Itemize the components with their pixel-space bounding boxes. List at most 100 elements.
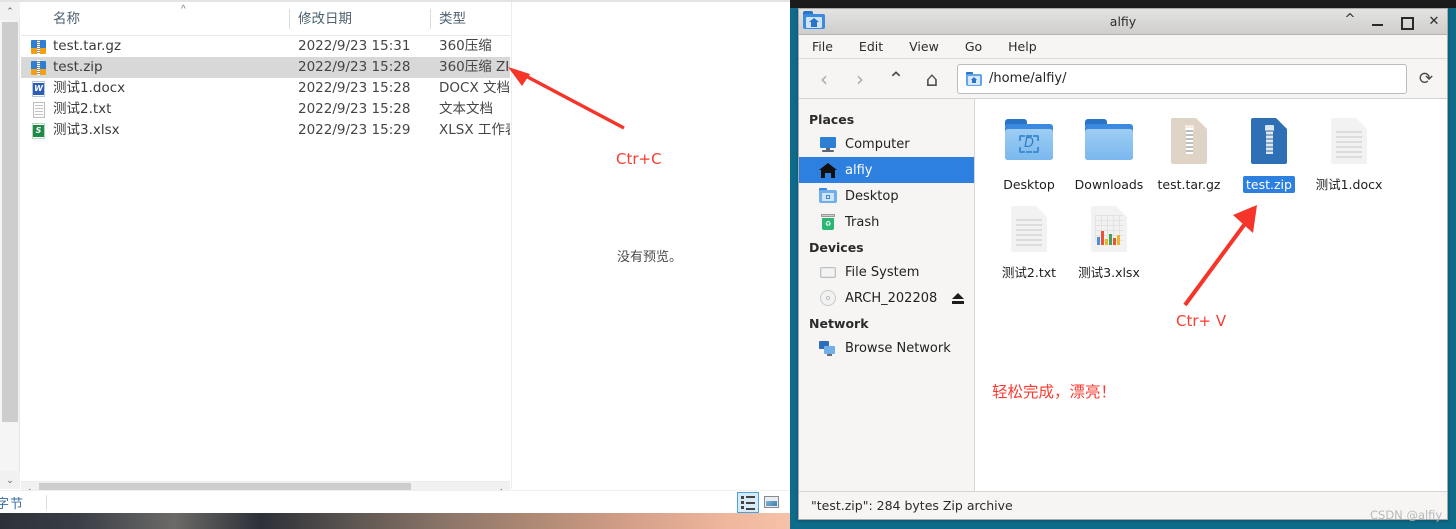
- paste-shortcut-label: Ctr+ V: [1176, 312, 1227, 330]
- list-item[interactable]: 测试2.txt: [989, 199, 1069, 287]
- folder-icon: [1083, 115, 1135, 171]
- shade-icon[interactable]: [1343, 13, 1357, 29]
- scroll-down-arrow[interactable]: ⌄: [0, 471, 20, 489]
- eject-icon-bar: [952, 301, 964, 304]
- places-sidebar: Places Computer alfiy Desktop ♻ Trash De…: [799, 99, 975, 491]
- row-type: 360压缩: [439, 38, 492, 54]
- path-folder-icon: [966, 71, 982, 86]
- row-type: 文本文档: [439, 101, 493, 117]
- table-row[interactable]: test.tar.gz 2022/9/23 15:31 360压缩: [21, 36, 510, 57]
- file-label: Desktop: [1003, 177, 1055, 192]
- row-date: 2022/9/23 15:28: [298, 101, 411, 117]
- sidebar-item-trash[interactable]: ♻ Trash: [799, 209, 974, 235]
- menu-edit[interactable]: Edit: [856, 38, 886, 55]
- column-header-date[interactable]: 修改日期: [298, 2, 352, 36]
- computer-icon: [819, 135, 837, 153]
- sidebar-item-computer[interactable]: Computer: [799, 131, 974, 157]
- path-text: /home/alfiy/: [989, 71, 1067, 86]
- screen: ⌃ ⌄ 名称 ^ 修改日期 类型 test.tar.gz 2022/9/23 1…: [0, 0, 1456, 529]
- archive-zip-icon: [1243, 115, 1295, 171]
- explorer-vertical-scrollbar[interactable]: ⌃ ⌄: [0, 2, 20, 489]
- path-entry[interactable]: /home/alfiy/: [957, 63, 1407, 94]
- details-view-button[interactable]: [737, 492, 759, 513]
- copy-shortcut-label: Ctr+C: [616, 150, 662, 168]
- menu-go[interactable]: Go: [962, 38, 985, 55]
- header-divider: [430, 9, 431, 29]
- vertical-scroll-thumb[interactable]: [2, 22, 18, 422]
- scroll-up-arrow[interactable]: ⌃: [0, 2, 20, 20]
- windows-explorer-pane: ⌃ ⌄ 名称 ^ 修改日期 类型 test.tar.gz 2022/9/23 1…: [0, 0, 790, 513]
- row-name: 测试2.txt: [53, 101, 112, 117]
- desktop-folder-icon: D: [1003, 115, 1055, 171]
- row-name: test.zip: [53, 59, 103, 75]
- file-label: Downloads: [1074, 177, 1144, 192]
- xlsx-icon: S: [31, 123, 47, 139]
- sidebar-heading-places: Places: [809, 112, 855, 127]
- status-text: "test.zip": 284 bytes Zip archive: [811, 498, 1013, 513]
- explorer-rows: test.tar.gz 2022/9/23 15:31 360压缩 test.z…: [21, 36, 510, 141]
- row-date: 2022/9/23 15:31: [298, 38, 411, 54]
- column-header-type[interactable]: 类型: [439, 2, 466, 36]
- menu-bar: File Edit View Go Help: [799, 35, 1447, 59]
- column-header-name[interactable]: 名称: [53, 2, 80, 36]
- table-row[interactable]: 测试2.txt 2022/9/23 15:28 文本文档: [21, 99, 510, 120]
- table-row[interactable]: W 测试1.docx 2022/9/23 15:28 DOCX 文档: [21, 78, 510, 99]
- list-item[interactable]: test.tar.gz: [1149, 111, 1229, 199]
- menu-help[interactable]: Help: [1005, 38, 1040, 55]
- header-divider: [289, 9, 290, 29]
- sidebar-heading-devices: Devices: [809, 240, 864, 255]
- txt-icon: [31, 102, 47, 118]
- eject-icon[interactable]: [952, 293, 964, 299]
- minimize-icon[interactable]: [1371, 15, 1385, 29]
- paste-arrow: [1183, 205, 1257, 307]
- sidebar-item-label: ARCH_202208: [845, 290, 938, 306]
- home-icon[interactable]: ⌂: [915, 64, 949, 94]
- sidebar-item-label: Desktop: [845, 188, 899, 204]
- explorer-file-list: 名称 ^ 修改日期 类型 test.tar.gz 2022/9/23 15:31…: [21, 2, 510, 489]
- copy-arrow: [508, 67, 625, 130]
- list-item[interactable]: test.zip: [1229, 111, 1309, 199]
- status-separator: [46, 495, 47, 510]
- sidebar-item-arch-volume[interactable]: ARCH_202208: [799, 285, 974, 311]
- sidebar-item-browse-network[interactable]: Browse Network: [799, 335, 974, 361]
- archive-tar-icon: [1163, 115, 1215, 171]
- back-icon[interactable]: ‹: [807, 64, 841, 94]
- sidebar-item-file-system[interactable]: File System: [799, 259, 974, 285]
- close-icon[interactable]: [1427, 15, 1441, 29]
- list-item[interactable]: 测试3.xlsx: [1069, 199, 1149, 287]
- document-icon: [1003, 203, 1055, 259]
- list-item[interactable]: Downloads: [1069, 111, 1149, 199]
- sidebar-item-desktop[interactable]: Desktop: [799, 183, 974, 209]
- sidebar-heading-network: Network: [809, 316, 869, 331]
- window-titlebar[interactable]: alfiy: [799, 9, 1447, 35]
- window-content: Places Computer alfiy Desktop ♻ Trash De…: [799, 99, 1447, 491]
- sidebar-item-label: alfiy: [845, 162, 873, 178]
- window-status-bar: "test.zip": 284 bytes Zip archive: [799, 491, 1447, 519]
- menu-view[interactable]: View: [906, 38, 942, 55]
- sidebar-item-home[interactable]: alfiy: [799, 157, 974, 183]
- status-bytes-label: 字节: [0, 497, 25, 512]
- reload-icon[interactable]: ⟳: [1413, 64, 1439, 94]
- sort-ascending-icon: ^: [181, 4, 186, 15]
- docx-icon: W: [31, 81, 47, 97]
- menu-file[interactable]: File: [809, 38, 836, 55]
- navigation-toolbar: ‹ › ⌃ ⌂ /home/alfiy/ ⟳: [799, 59, 1447, 99]
- list-item[interactable]: D Desktop: [989, 111, 1069, 199]
- up-icon[interactable]: ⌃: [879, 64, 913, 94]
- desktop-folder-icon: [819, 187, 837, 205]
- table-row[interactable]: test.zip 2022/9/23 15:28 360压缩 ZIP: [21, 57, 510, 78]
- window-controls: [1343, 9, 1441, 35]
- done-label: 轻松完成，漂亮！: [992, 383, 1117, 401]
- list-item[interactable]: 测试1.docx: [1309, 111, 1389, 199]
- document-icon: [1323, 115, 1375, 171]
- no-preview-label: 没有预览。: [617, 250, 683, 265]
- file-label: test.zip: [1243, 176, 1295, 193]
- large-icons-view-button[interactable]: [761, 492, 783, 513]
- archive-360-icon: [31, 60, 47, 76]
- forward-icon[interactable]: ›: [843, 64, 877, 94]
- explorer-column-headers: 名称 ^ 修改日期 类型: [21, 2, 510, 36]
- maximize-icon[interactable]: [1399, 15, 1414, 30]
- row-date: 2022/9/23 15:28: [298, 59, 411, 75]
- archive-360-icon: [31, 39, 47, 55]
- table-row[interactable]: S 测试3.xlsx 2022/9/23 15:29 XLSX 工作表: [21, 120, 510, 141]
